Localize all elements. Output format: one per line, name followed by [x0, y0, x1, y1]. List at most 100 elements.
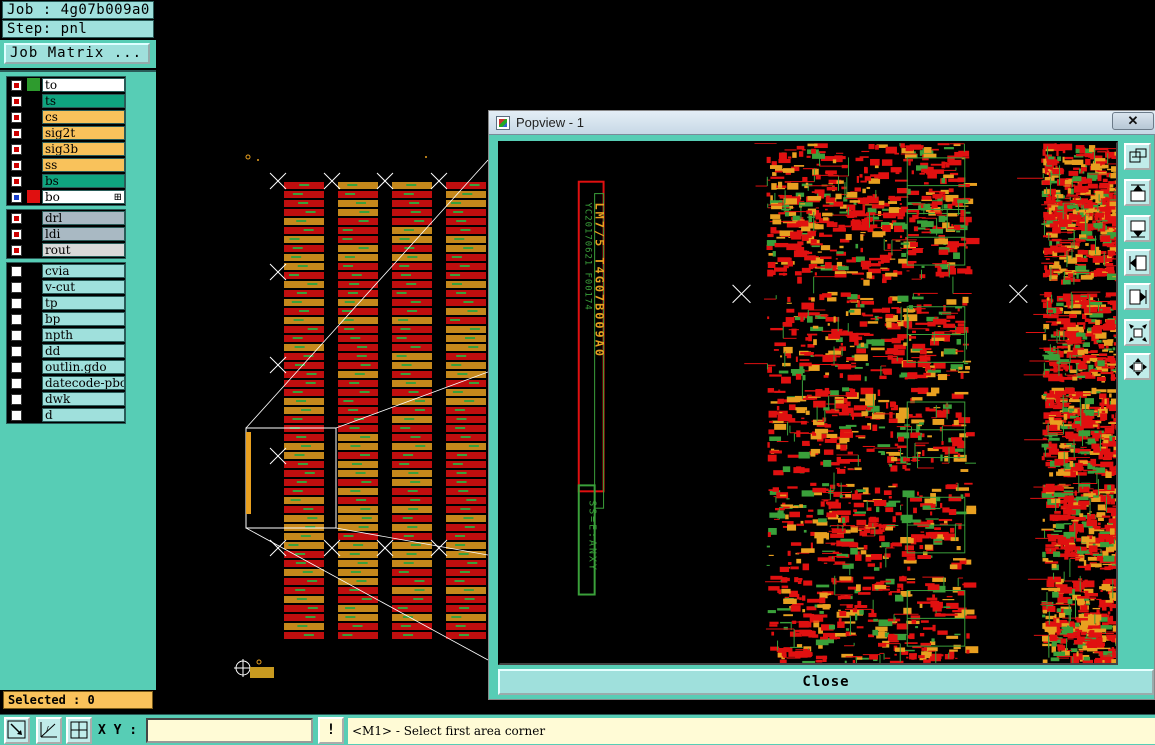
layer-name[interactable]: outlin.gdo	[42, 360, 125, 374]
layer-name[interactable]: drl	[42, 211, 125, 225]
layer-color-swatch[interactable]	[27, 264, 40, 277]
layer-checkbox[interactable]	[11, 410, 22, 421]
layer-color-swatch[interactable]	[27, 408, 40, 421]
window-close-button[interactable]: ✕	[1112, 112, 1154, 130]
zoom-out-tool-icon[interactable]	[1124, 353, 1151, 380]
layer-row-v-cut[interactable]: v-cut	[7, 279, 125, 295]
layer-name[interactable]: cs	[42, 110, 125, 124]
layer-name[interactable]: to	[42, 78, 125, 92]
layer-name[interactable]: npth	[42, 328, 125, 342]
layer-checkbox[interactable]	[11, 394, 22, 405]
layer-checkbox[interactable]	[11, 160, 22, 171]
layer-checkbox[interactable]	[11, 266, 22, 277]
layer-checkbox[interactable]	[11, 362, 22, 373]
layer-name[interactable]: bo ⊞	[42, 190, 125, 204]
layer-color-swatch[interactable]	[27, 190, 40, 203]
layer-row-dd[interactable]: dd	[7, 343, 125, 359]
pan-down-tool-icon[interactable]	[1124, 215, 1151, 242]
layer-row-bs[interactable]: bs	[7, 173, 125, 189]
grid-button-icon[interactable]	[66, 717, 92, 744]
layer-name[interactable]: ldi	[42, 227, 125, 241]
layer-name[interactable]: bp	[42, 312, 125, 326]
layer-row-d[interactable]: d	[7, 407, 125, 423]
popview-canvas[interactable]: LM7/5 T4G07B009A0 YC20170621 F00174 SS=E…	[498, 141, 1118, 665]
layer-name[interactable]: ts	[42, 94, 125, 108]
layer-expand-icon[interactable]: ⊞	[114, 191, 122, 203]
layer-row-cs[interactable]: cs	[7, 109, 125, 125]
layer-name[interactable]: datecode-pbo	[42, 376, 125, 390]
layer-row-ss[interactable]: ss	[7, 157, 125, 173]
layer-name[interactable]: ss	[42, 158, 125, 172]
pan-left-tool-icon[interactable]	[1124, 249, 1151, 276]
layer-color-swatch[interactable]	[27, 312, 40, 325]
layer-color-swatch[interactable]	[27, 392, 40, 405]
layer-name[interactable]: dd	[42, 344, 125, 358]
zoom-window-button-icon[interactable]	[4, 717, 30, 744]
layer-checkbox[interactable]	[11, 378, 22, 389]
layer-row-rout[interactable]: rout	[7, 242, 125, 258]
layer-checkbox[interactable]	[11, 282, 22, 293]
layer-color-swatch[interactable]	[27, 328, 40, 341]
layer-color-swatch[interactable]	[27, 142, 40, 155]
main-canvas[interactable]	[156, 0, 488, 714]
layer-row-tp[interactable]: tp	[7, 295, 125, 311]
layer-row-npth[interactable]: npth	[7, 327, 125, 343]
zoom-in-tool-icon[interactable]	[1124, 319, 1151, 346]
layer-color-swatch[interactable]	[27, 344, 40, 357]
measure-button-icon[interactable]: /	[36, 717, 62, 744]
popview-titlebar[interactable]: Popview - 1 ✕	[489, 111, 1155, 135]
zoom-fit-tool-icon[interactable]	[1124, 143, 1151, 170]
layer-row-bp[interactable]: bp	[7, 311, 125, 327]
layer-row-drl[interactable]: drl	[7, 210, 125, 226]
xy-input[interactable]	[146, 718, 313, 743]
layer-color-swatch[interactable]	[27, 211, 40, 224]
layer-row-cvia[interactable]: cvia	[7, 263, 125, 279]
layer-checkbox[interactable]	[11, 229, 22, 240]
close-button[interactable]: Close	[498, 669, 1154, 695]
layer-color-swatch[interactable]	[27, 126, 40, 139]
layer-name[interactable]: bs	[42, 174, 125, 188]
layer-row-bo[interactable]: bo ⊞	[7, 189, 125, 205]
layer-color-swatch[interactable]	[27, 243, 40, 256]
layer-color-swatch[interactable]	[27, 376, 40, 389]
layer-color-swatch[interactable]	[27, 280, 40, 293]
pan-up-tool-icon[interactable]	[1124, 179, 1151, 206]
layer-name[interactable]: dwk	[42, 392, 125, 406]
pan-right-tool-icon[interactable]	[1124, 283, 1151, 310]
layer-row-sig2t[interactable]: sig2t	[7, 125, 125, 141]
layer-checkbox[interactable]	[11, 144, 22, 155]
layer-row-datecode-pbo[interactable]: datecode-pbo	[7, 375, 125, 391]
layer-name[interactable]: cvia	[42, 264, 125, 278]
layer-row-ts[interactable]: ts	[7, 93, 125, 109]
layer-color-swatch[interactable]	[27, 78, 40, 91]
layer-name[interactable]: v-cut	[42, 280, 125, 294]
layer-row-dwk[interactable]: dwk	[7, 391, 125, 407]
layer-name[interactable]: tp	[42, 296, 125, 310]
layer-color-swatch[interactable]	[27, 110, 40, 123]
layer-checkbox[interactable]	[11, 330, 22, 341]
layer-checkbox[interactable]	[11, 346, 22, 357]
layer-color-swatch[interactable]	[27, 227, 40, 240]
layer-row-outlin.gdo[interactable]: outlin.gdo	[7, 359, 125, 375]
layer-name[interactable]: sig2t	[42, 126, 125, 140]
layer-checkbox[interactable]	[11, 96, 22, 107]
layer-checkbox[interactable]	[11, 298, 22, 309]
layer-checkbox[interactable]	[11, 128, 22, 139]
layer-row-ldi[interactable]: ldi	[7, 226, 125, 242]
layer-row-sig3b[interactable]: sig3b	[7, 141, 125, 157]
layer-color-swatch[interactable]	[27, 296, 40, 309]
layer-name[interactable]: d	[42, 408, 125, 422]
layer-checkbox[interactable]	[11, 213, 22, 224]
layer-name[interactable]: rout	[42, 243, 125, 257]
layer-checkbox[interactable]	[11, 80, 22, 91]
layer-color-swatch[interactable]	[27, 360, 40, 373]
job-matrix-button[interactable]: Job Matrix ...	[4, 43, 150, 64]
layer-checkbox[interactable]	[11, 112, 22, 123]
layer-checkbox[interactable]	[11, 314, 22, 325]
layer-color-swatch[interactable]	[27, 174, 40, 187]
warning-button-icon[interactable]: !	[318, 717, 344, 744]
layer-checkbox[interactable]	[11, 245, 22, 256]
layer-color-swatch[interactable]	[27, 94, 40, 107]
layer-row-to[interactable]: to	[7, 77, 125, 93]
layer-checkbox[interactable]	[11, 192, 22, 203]
